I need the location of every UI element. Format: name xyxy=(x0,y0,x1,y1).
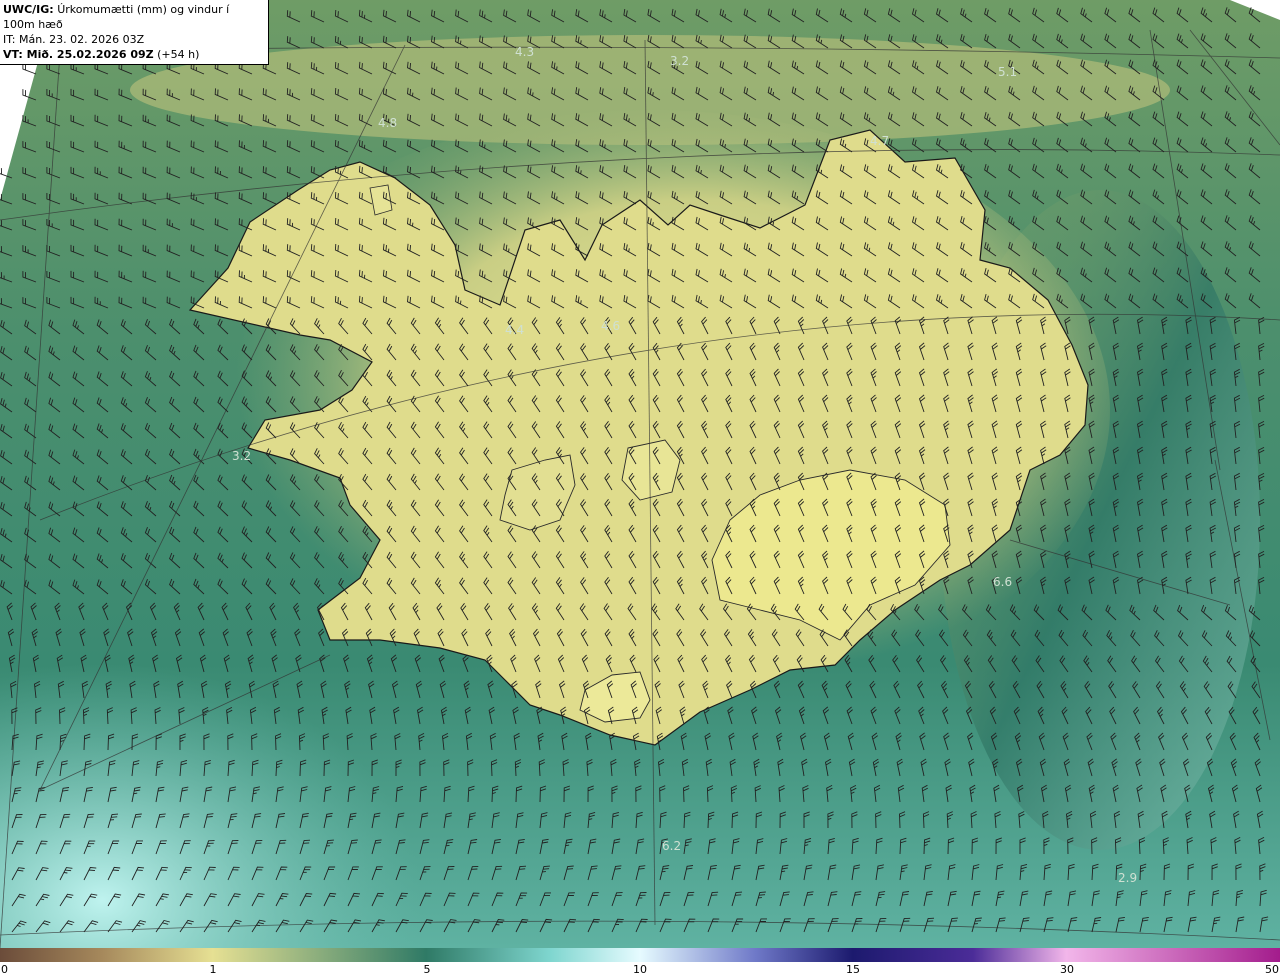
precipitation-wind-map: 4.3 3.2 5.1 4.8 4.7 4.4 4.6 3.2 6.6 6.2 … xyxy=(0,0,1280,948)
colorbar xyxy=(0,948,1280,962)
colorbar-tick: 50 xyxy=(1265,963,1279,976)
colorbar-tick: 0 xyxy=(1,963,8,976)
value-label: 6.6 xyxy=(993,575,1012,589)
lead-time: (+54 h) xyxy=(157,48,200,61)
map-info-box: UWC/IG: Úrkomumætti (mm) og vindur í 100… xyxy=(0,0,269,65)
value-label: 3.2 xyxy=(670,54,689,68)
value-label: 6.2 xyxy=(662,839,681,853)
colorbar-ticks: 0 1 5 10 15 30 50 xyxy=(0,962,1280,978)
value-label: 3.2 xyxy=(232,449,251,463)
colorbar-tick: 5 xyxy=(423,963,431,976)
issue-time: IT: Mán. 23. 02. 2026 03Z xyxy=(3,33,145,46)
model-name: UWC/IG: xyxy=(3,3,54,16)
value-label: 5.1 xyxy=(998,65,1017,79)
value-label: 4.4 xyxy=(505,323,524,337)
value-label: 2.9 xyxy=(1118,871,1137,885)
valid-time-line: VT: Mið. 25.02.2026 09Z (+54 h) xyxy=(3,47,263,62)
colorbar-tick: 1 xyxy=(209,963,217,976)
colorbar-tick: 15 xyxy=(846,963,860,976)
value-label: 4.8 xyxy=(378,116,397,130)
valid-time: VT: Mið. 25.02.2026 09Z xyxy=(3,48,154,61)
value-label: 4.6 xyxy=(601,319,620,333)
colorbar-tick: 30 xyxy=(1060,963,1074,976)
title-line: UWC/IG: Úrkomumætti (mm) og vindur í 100… xyxy=(3,2,263,32)
value-label: 4.7 xyxy=(870,134,889,148)
value-label: 4.3 xyxy=(515,45,534,59)
colorbar-tick: 10 xyxy=(633,963,647,976)
